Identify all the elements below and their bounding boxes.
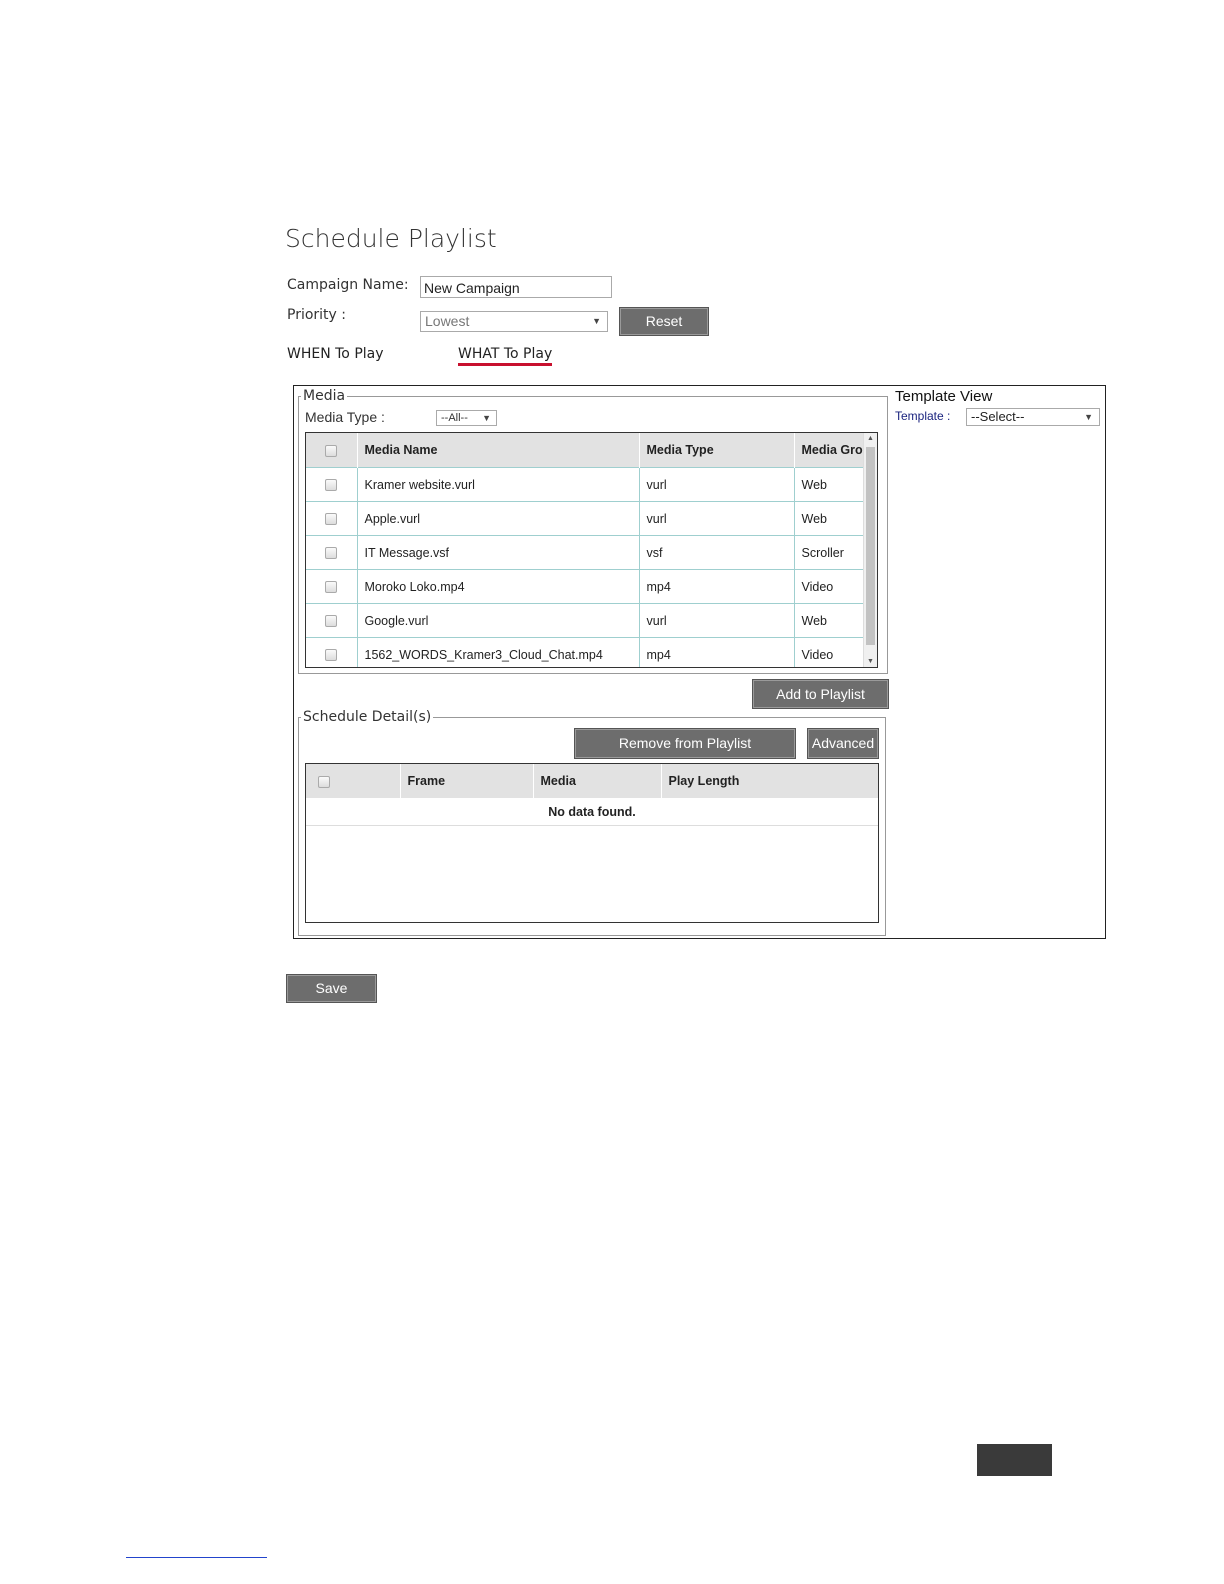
footnote-rule <box>126 1557 267 1558</box>
scroll-thumb[interactable] <box>866 447 875 645</box>
media-type-label: Media Type : <box>305 409 385 425</box>
priority-select[interactable]: Lowest ▼ <box>420 311 608 332</box>
media-legend: Media <box>303 388 346 404</box>
column-header-media-type[interactable]: Media Type <box>638 433 794 468</box>
column-header-frame[interactable]: Frame <box>399 764 533 798</box>
page-number-block <box>977 1444 1052 1476</box>
chevron-down-icon: ▼ <box>592 316 601 326</box>
reset-button[interactable]: Reset <box>619 307 709 336</box>
media-name-cell: IT Message.vsf <box>356 535 639 570</box>
priority-select-value: Lowest <box>425 313 470 329</box>
priority-label: Priority : <box>287 307 346 323</box>
media-name-cell: Moroko Loko.mp4 <box>356 569 639 604</box>
schedule-grid-header: Frame Media Play Length <box>306 764 878 798</box>
media-type-select-value: --All-- <box>441 412 468 424</box>
column-header-media-name[interactable]: Media Name <box>356 433 639 468</box>
table-row[interactable]: Moroko Loko.mp4 mp4 Video <box>306 569 865 604</box>
template-select-value: --Select-- <box>971 409 1025 424</box>
scroll-down-icon[interactable]: ▼ <box>864 658 877 665</box>
media-group-cell: Video <box>793 569 865 604</box>
media-name-cell: Google.vurl <box>356 603 639 638</box>
media-grid-header: Media Name Media Type Media Grou <box>306 433 865 468</box>
table-row[interactable]: Apple.vurl vurl Web <box>306 501 865 536</box>
advanced-button[interactable]: Advanced <box>807 728 879 759</box>
schedule-select-all-cell <box>306 764 400 798</box>
schedule-select-all-checkbox[interactable] <box>318 775 330 788</box>
page-title: Schedule Playlist <box>285 224 497 253</box>
media-group-cell: Web <box>793 501 865 536</box>
select-all-checkbox-cell <box>306 433 357 468</box>
table-row[interactable]: Kramer website.vurl vurl Web <box>306 467 865 502</box>
no-data-message: No data found. <box>306 798 878 826</box>
row-checkbox[interactable] <box>325 547 338 560</box>
row-checkbox[interactable] <box>325 649 338 662</box>
row-checkbox[interactable] <box>325 513 338 526</box>
media-group-cell: Web <box>793 603 865 638</box>
template-select[interactable]: --Select-- ▼ <box>966 408 1100 426</box>
row-checkbox-cell <box>306 501 357 536</box>
campaign-name-input[interactable]: New Campaign <box>420 276 612 298</box>
media-type-select[interactable]: --All-- ▼ <box>436 410 497 426</box>
chevron-down-icon: ▼ <box>482 413 491 423</box>
media-type-cell: vsf <box>638 535 794 570</box>
add-to-playlist-button[interactable]: Add to Playlist <box>752 679 889 709</box>
media-group-cell: Video <box>793 637 865 667</box>
save-button[interactable]: Save <box>286 974 377 1003</box>
media-name-cell: 1562_WORDS_Kramer3_Cloud_Chat.mp4 <box>356 637 639 667</box>
media-group-cell: Web <box>793 467 865 502</box>
column-header-media-group[interactable]: Media Grou <box>793 433 865 468</box>
row-checkbox-cell <box>306 603 357 638</box>
column-header-media[interactable]: Media <box>532 764 661 798</box>
table-row[interactable]: Google.vurl vurl Web <box>306 603 865 638</box>
media-type-cell: vurl <box>638 501 794 536</box>
media-type-cell: vurl <box>638 467 794 502</box>
empty-row: No data found. <box>306 798 878 826</box>
media-grid: Media Name Media Type Media Grou Kramer … <box>305 432 878 668</box>
row-checkbox-cell <box>306 535 357 570</box>
row-checkbox-cell <box>306 467 357 502</box>
row-checkbox-cell <box>306 569 357 604</box>
campaign-name-label: Campaign Name: <box>287 277 409 293</box>
table-row[interactable]: 1562_WORDS_Kramer3_Cloud_Chat.mp4 mp4 Vi… <box>306 637 865 667</box>
row-checkbox-cell <box>306 637 357 667</box>
table-row[interactable]: IT Message.vsf vsf Scroller <box>306 535 865 570</box>
media-group-cell: Scroller <box>793 535 865 570</box>
media-type-cell: mp4 <box>638 637 794 667</box>
tab-when-to-play[interactable]: WHEN To Play <box>287 346 384 362</box>
row-checkbox[interactable] <box>325 479 338 492</box>
template-view-title: Template View <box>895 388 993 405</box>
chevron-down-icon: ▼ <box>1084 412 1093 422</box>
media-type-cell: mp4 <box>638 569 794 604</box>
row-checkbox[interactable] <box>325 581 338 594</box>
schedule-grid: Frame Media Play Length No data found. <box>305 763 879 923</box>
row-checkbox[interactable] <box>325 615 338 628</box>
media-grid-scrollbar[interactable]: ▲ ▼ <box>863 433 877 667</box>
schedule-details-legend: Schedule Detail(s) <box>303 709 432 725</box>
media-name-cell: Apple.vurl <box>356 501 639 536</box>
template-label: Template : <box>895 409 951 423</box>
media-type-cell: vurl <box>638 603 794 638</box>
media-name-cell: Kramer website.vurl <box>356 467 639 502</box>
column-header-play-length[interactable]: Play Length <box>660 764 878 798</box>
tab-what-to-play[interactable]: WHAT To Play <box>458 346 553 366</box>
remove-from-playlist-button[interactable]: Remove from Playlist <box>574 728 796 759</box>
scroll-up-icon[interactable]: ▲ <box>864 435 877 442</box>
select-all-checkbox[interactable] <box>325 444 338 457</box>
